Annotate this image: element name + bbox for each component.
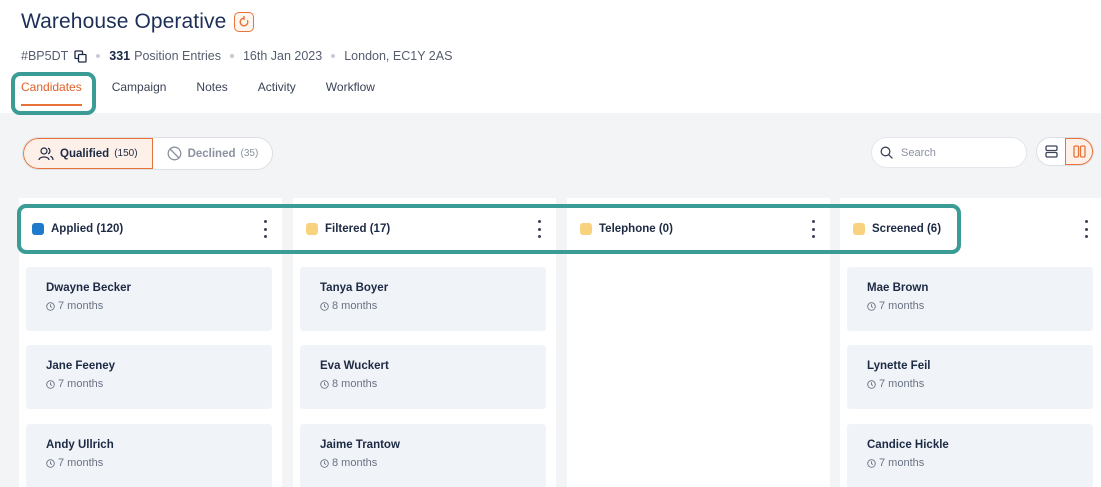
candidate-card[interactable]: Andy Ullrich 7 months bbox=[26, 424, 272, 487]
separator-dot bbox=[96, 54, 101, 58]
candidate-filter: Qualified (150) Declined (35) bbox=[22, 137, 274, 170]
page-header: Warehouse Operative #BP5DT 331 Position … bbox=[0, 0, 1101, 113]
qualified-filter-button[interactable]: Qualified (150) bbox=[23, 138, 153, 169]
declined-label: Declined bbox=[187, 147, 236, 160]
status-icon[interactable] bbox=[234, 12, 255, 32]
declined-filter-button[interactable]: Declined (35) bbox=[153, 138, 273, 169]
candidate-age-text: 7 months bbox=[58, 457, 104, 469]
clock-icon bbox=[320, 379, 329, 389]
candidate-age-text: 7 months bbox=[879, 300, 925, 312]
candidate-name: Lynette Feil bbox=[867, 360, 931, 372]
clock-icon bbox=[320, 458, 329, 468]
search-icon bbox=[880, 146, 893, 159]
candidate-name: Dwayne Becker bbox=[46, 282, 132, 294]
candidate-name: Mae Brown bbox=[867, 282, 929, 294]
candidate-card[interactable]: Mae Brown 7 months bbox=[847, 267, 1093, 331]
candidate-name: Jane Feeney bbox=[46, 360, 116, 372]
candidate-card[interactable]: Dwayne Becker 7 months bbox=[26, 267, 272, 331]
candidate-age: 7 months bbox=[46, 300, 272, 312]
candidate-age: 7 months bbox=[867, 378, 1093, 390]
candidate-age: 8 months bbox=[320, 300, 546, 312]
clock-icon bbox=[46, 301, 55, 311]
position-count: 331 bbox=[109, 49, 131, 63]
candidate-age: 7 months bbox=[867, 457, 1093, 469]
candidate-name: Tanya Boyer bbox=[320, 282, 389, 294]
candidate-age-text: 8 months bbox=[332, 300, 378, 312]
more-options-icon[interactable] bbox=[1083, 220, 1089, 238]
candidate-age: 7 months bbox=[46, 457, 272, 469]
candidate-name: Eva Wuckert bbox=[320, 360, 389, 372]
candidate-name: Candice Hickle bbox=[867, 439, 949, 451]
clock-icon bbox=[320, 301, 329, 311]
separator-dot bbox=[229, 54, 234, 58]
tab-highlight-box bbox=[11, 72, 96, 115]
list-view-button[interactable] bbox=[1037, 138, 1065, 165]
clock-icon bbox=[867, 458, 876, 468]
tab-workflow[interactable]: Workflow bbox=[326, 80, 375, 94]
column-headers-highlight-box bbox=[17, 204, 961, 254]
columns-icon bbox=[1072, 145, 1086, 158]
page-title: Warehouse Operative bbox=[21, 10, 227, 33]
candidate-name: Andy Ullrich bbox=[46, 439, 114, 451]
title-row: Warehouse Operative bbox=[21, 10, 255, 34]
candidate-card[interactable]: Candice Hickle 7 months bbox=[847, 424, 1093, 487]
copy-icon[interactable] bbox=[74, 49, 87, 63]
clock-icon bbox=[46, 379, 55, 389]
search-box bbox=[871, 137, 1027, 168]
tab-activity[interactable]: Activity bbox=[258, 80, 296, 94]
candidate-age-text: 7 months bbox=[879, 378, 925, 390]
candidate-age-text: 7 months bbox=[879, 457, 925, 469]
block-icon bbox=[167, 146, 182, 161]
candidate-age-text: 7 months bbox=[58, 300, 104, 312]
declined-count: (35) bbox=[240, 148, 259, 159]
candidate-age-text: 7 months bbox=[58, 378, 104, 390]
qualified-count: (150) bbox=[114, 148, 138, 159]
tab-notes[interactable]: Notes bbox=[196, 80, 227, 94]
job-location: London, EC1Y 2AS bbox=[344, 49, 453, 63]
candidate-card[interactable]: Lynette Feil 7 months bbox=[847, 345, 1093, 409]
candidate-card[interactable]: Eva Wuckert 8 months bbox=[300, 345, 546, 409]
clock-icon bbox=[867, 301, 876, 311]
separator-dot bbox=[331, 54, 336, 58]
users-icon bbox=[38, 146, 54, 160]
candidate-age: 7 months bbox=[867, 300, 1093, 312]
job-date: 16th Jan 2023 bbox=[242, 49, 323, 63]
candidate-age: 7 months bbox=[46, 378, 272, 390]
candidate-age: 8 months bbox=[320, 457, 546, 469]
view-toggle bbox=[1036, 137, 1094, 166]
clock-icon bbox=[867, 379, 876, 389]
candidate-card[interactable]: Tanya Boyer 8 months bbox=[300, 267, 546, 331]
candidate-card[interactable]: Jaime Trantow 8 months bbox=[300, 424, 546, 487]
qualified-label: Qualified bbox=[60, 147, 110, 160]
job-meta: #BP5DT 331 Position Entries 16th Jan 202… bbox=[21, 49, 452, 63]
position-label: Position Entries bbox=[134, 49, 221, 63]
candidate-card[interactable]: Jane Feeney 7 months bbox=[26, 345, 272, 409]
clock-icon bbox=[46, 458, 55, 468]
search-input[interactable] bbox=[901, 146, 1011, 159]
candidate-age: 8 months bbox=[320, 378, 546, 390]
candidate-name: Jaime Trantow bbox=[320, 439, 400, 451]
board-view-button[interactable] bbox=[1065, 138, 1093, 165]
rows-icon bbox=[1044, 145, 1058, 158]
candidate-age-text: 8 months bbox=[332, 457, 378, 469]
candidate-age-text: 8 months bbox=[332, 378, 378, 390]
job-id: #BP5DT bbox=[21, 49, 69, 63]
tab-campaign[interactable]: Campaign bbox=[112, 80, 167, 94]
